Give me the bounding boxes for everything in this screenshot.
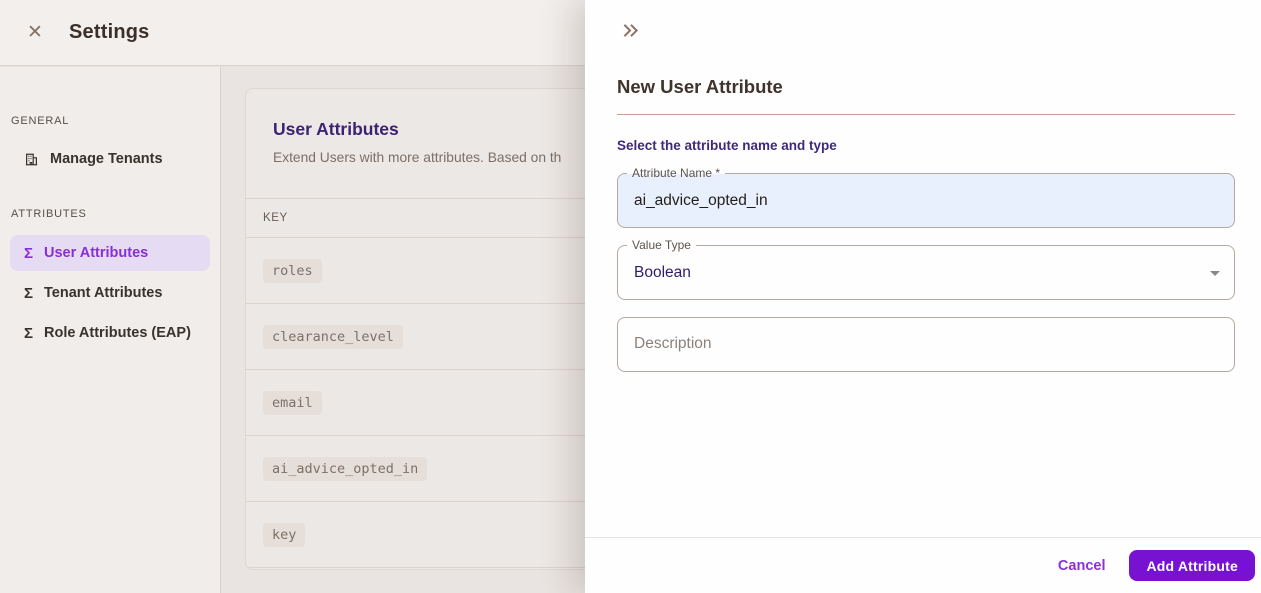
description-input[interactable] — [618, 318, 1234, 371]
sidebar-item-label: Manage Tenants — [50, 151, 163, 167]
drawer-spacer — [617, 372, 1235, 537]
sidebar-item-label: Tenant Attributes — [44, 285, 163, 301]
attribute-key-chip: clearance_level — [263, 324, 403, 349]
collapse-drawer-button[interactable] — [617, 20, 643, 44]
value-type-label: Value Type — [627, 238, 696, 253]
drawer-title: New User Attribute — [617, 76, 783, 97]
attribute-name-field: Attribute Name * — [617, 166, 1235, 228]
add-attribute-button[interactable]: Add Attribute — [1129, 550, 1255, 581]
attribute-name-input[interactable] — [618, 174, 1234, 227]
sigma-icon: Σ — [24, 284, 34, 302]
sidebar: GENERAL Manage Tenants ATTRIBUTES Σ User… — [0, 67, 221, 593]
sidebar-section-attributes-label: ATTRIBUTES — [11, 208, 87, 220]
double-chevron-right-icon — [623, 24, 638, 37]
cancel-button[interactable]: Cancel — [1044, 550, 1120, 582]
sidebar-item-manage-tenants[interactable]: Manage Tenants — [10, 141, 210, 177]
sidebar-section-general-label: GENERAL — [11, 115, 70, 127]
page-title: Settings — [69, 21, 150, 43]
sidebar-item-tenant-attributes[interactable]: Σ Tenant Attributes — [10, 275, 210, 311]
sidebar-item-label: User Attributes — [44, 245, 149, 261]
close-icon: ✕ — [27, 21, 43, 43]
value-type-select[interactable]: Value Type Boolean — [617, 238, 1235, 300]
sigma-icon: Σ — [24, 244, 34, 262]
attribute-name-label: Attribute Name * — [627, 166, 726, 181]
building-icon — [25, 153, 38, 165]
sidebar-item-user-attributes[interactable]: Σ User Attributes — [10, 235, 210, 271]
form-section-label: Select the attribute name and type — [617, 138, 837, 153]
new-user-attribute-drawer: New User Attribute Select the attribute … — [585, 0, 1261, 593]
description-field — [617, 317, 1235, 372]
close-button[interactable]: ✕ — [18, 16, 52, 50]
attribute-key-chip: email — [263, 390, 322, 415]
column-header-key: KEY — [263, 212, 288, 224]
settings-screen: ✕ Settings GENERAL Manage Tenants ATTRIB… — [0, 0, 1261, 593]
sidebar-item-role-attributes[interactable]: Σ Role Attributes (EAP) — [10, 315, 210, 351]
dropdown-arrow-icon — [1210, 271, 1220, 276]
attribute-key-chip: key — [263, 522, 306, 547]
drawer-title-divider — [617, 114, 1235, 115]
attribute-key-chip: roles — [263, 258, 322, 283]
sigma-icon: Σ — [24, 324, 34, 342]
value-type-value: Boolean — [634, 263, 691, 281]
drawer-footer: Cancel Add Attribute — [585, 537, 1261, 593]
sidebar-item-label: Role Attributes (EAP) — [44, 325, 191, 341]
attribute-key-chip: ai_advice_opted_in — [263, 456, 428, 481]
